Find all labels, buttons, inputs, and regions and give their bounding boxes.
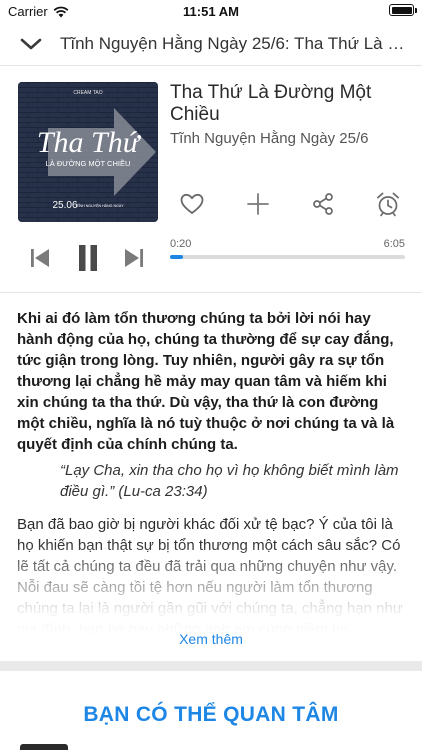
see-more-link[interactable]: Xem thêm: [0, 631, 422, 647]
chevron-down-icon[interactable]: [18, 32, 44, 56]
previous-track-icon[interactable]: [28, 246, 52, 270]
status-time: 11:51 AM: [183, 4, 239, 19]
cover-title: Tha Thứ: [37, 126, 142, 159]
alarm-icon[interactable]: [374, 190, 402, 218]
battery-icon: [389, 4, 417, 16]
cover-tag: TĨNH NGUYỆN HẰNG NGÀY: [76, 203, 124, 208]
section-separator: [0, 661, 422, 671]
heart-icon[interactable]: [178, 190, 206, 218]
cover-date: 25.06: [52, 200, 77, 211]
pause-icon[interactable]: [76, 242, 100, 274]
action-row: [170, 190, 410, 218]
nav-bar: Tĩnh Nguyện Hằng Ngày 25/6: Tha Thứ Là Đ…: [0, 22, 422, 66]
status-bar: Carrier 11:51 AM: [0, 0, 422, 22]
duration-time: 6:05: [383, 238, 405, 250]
cover-artwork: CREAM TAO Tha Thứ LÀ ĐƯỜNG MỘT CHIỀU 25.…: [18, 82, 158, 222]
track-title: Tha Thứ Là Đường Một Chiều: [170, 82, 372, 125]
article-lead: Khi ai đó làm tổn thương chúng ta bởi lờ…: [17, 310, 395, 453]
recommend-item-thumbnail[interactable]: [20, 744, 68, 750]
share-icon[interactable]: [309, 190, 337, 218]
track-subtitle: Tĩnh Nguyện Hằng Ngày 25/6: [170, 130, 369, 147]
progress-bar[interactable]: [170, 255, 405, 259]
cover-art: CREAM TAO Tha Thứ LÀ ĐƯỜNG MỘT CHIỀU 25.…: [18, 82, 158, 222]
playback-controls: [26, 240, 156, 276]
cover-subtitle: LÀ ĐƯỜNG MỘT CHIỀU: [46, 158, 131, 168]
recommend-section-title: BẠN CÓ THỂ QUAN TÂM: [83, 703, 339, 726]
plus-icon[interactable]: [244, 190, 272, 218]
progress-fill: [170, 255, 183, 259]
scripture-quote: “Lạy Cha, xin tha cho họ vì họ không biế…: [60, 462, 399, 500]
divider: [0, 292, 422, 293]
text-fade-overlay: [0, 540, 422, 636]
cover-top-line: CREAM TAO: [73, 90, 102, 96]
nav-title: Tĩnh Nguyện Hằng Ngày 25/6: Tha Thứ Là Đ…: [60, 34, 408, 53]
next-track-icon[interactable]: [122, 246, 146, 270]
elapsed-time: 0:20: [170, 238, 192, 250]
